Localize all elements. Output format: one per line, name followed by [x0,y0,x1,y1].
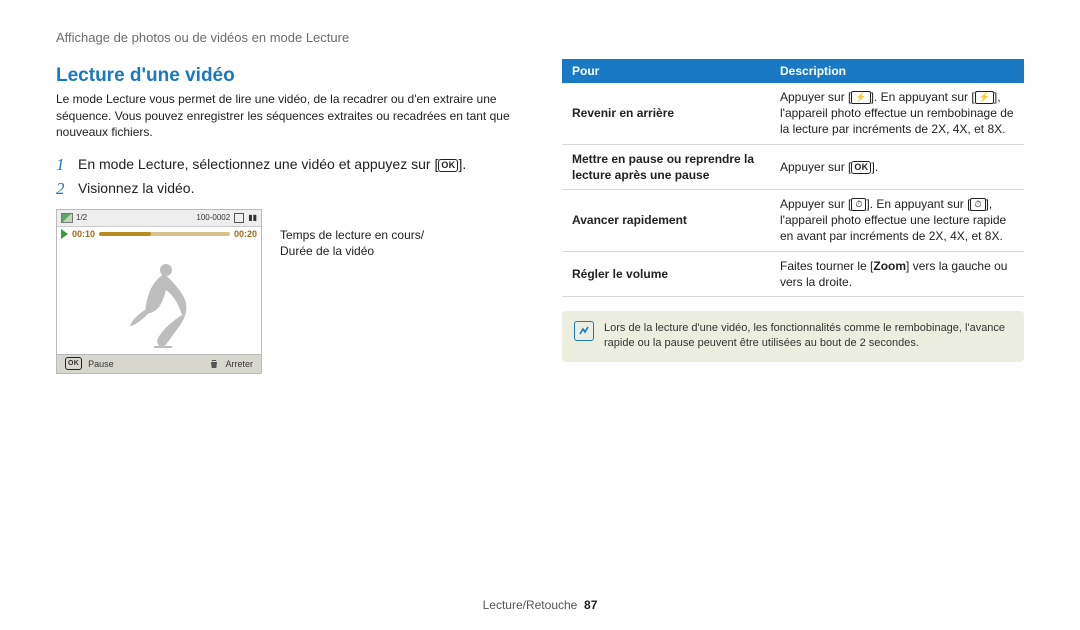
table-head-right: Description [770,59,1024,83]
left-column: Lecture d'une vidéo Le mode Lecture vous… [56,59,526,374]
table-row: Mettre en pause ou reprendre la lecture … [562,144,1024,189]
info-icon [574,321,594,341]
page-footer: Lecture/Retouche 87 [0,598,1080,612]
flash-icon: ⚡ [851,91,870,104]
op-desc: Appuyer sur [⏱]. En appuyant sur [⏱], l'… [770,189,1024,251]
timer-icon: ⏱ [851,198,866,211]
op-desc: Appuyer sur [⚡]. En appuyant sur [⚡], l'… [770,83,1024,144]
breadcrumb: Affichage de photos ou de vidéos en mode… [56,30,1024,45]
op-name: Régler le volume [562,251,770,296]
footer-section: Lecture/Retouche [483,598,578,612]
table-row: Revenir en arrière Appuyer sur [⚡]. En a… [562,83,1024,144]
op-name: Mettre en pause ou reprendre la lecture … [562,144,770,189]
caption-line: Temps de lecture en cours/ [280,227,424,244]
op-name: Avancer rapidement [562,189,770,251]
op-desc: Appuyer sur [OK]. [770,144,1024,189]
step-2: 2 Visionnez la vidéo. [56,179,526,199]
info-note: Lors de la lecture d'une vidéo, les fonc… [562,311,1024,362]
stop-label: Arreter [225,359,253,369]
step-text-pre: En mode Lecture, sélectionnez une vidéo … [78,156,438,172]
ok-icon: OK [438,159,458,172]
table-row: Régler le volume Faites tourner le [Zoom… [562,251,1024,296]
image-counter: 1/2 [76,213,87,222]
zoom-keyword: Zoom [873,259,906,273]
step-1: 1 En mode Lecture, sélectionnez une vidé… [56,155,526,175]
ok-icon: OK [851,161,871,174]
step-text: En mode Lecture, sélectionnez une vidéo … [78,155,466,175]
skater-silhouette-icon [124,260,194,350]
intro-text: Le mode Lecture vous permet de lire une … [56,91,526,141]
section-title: Lecture d'une vidéo [56,65,526,87]
step-number: 2 [56,179,78,199]
timer-icon: ⏱ [970,198,985,211]
right-column: Pour Description Revenir en arrière Appu… [562,59,1024,374]
file-id: 100-0002 [196,213,230,222]
playback-icon [61,213,73,223]
play-icon [61,229,68,239]
step-text: Visionnez la vidéo. [78,179,194,199]
flash-icon: ⚡ [975,91,994,104]
video-caption: Temps de lecture en cours/ Durée de la v… [280,227,424,374]
camera-screenshot: 1/2 100-0002 ▮▮ 00:10 [56,209,262,374]
operations-table: Pour Description Revenir en arrière Appu… [562,59,1024,297]
battery-icon: ▮▮ [248,213,257,222]
time-current: 00:10 [72,229,95,239]
op-desc: Faites tourner le [Zoom] vers la gauche … [770,251,1024,296]
note-text: Lors de la lecture d'une vidéo, les fonc… [604,321,1012,352]
caption-line: Durée de la vidéo [280,243,424,260]
step-text-post: ]. [458,156,466,172]
ok-icon: OK [65,357,82,370]
card-icon [234,213,244,223]
table-row: Avancer rapidement Appuyer sur [⏱]. En a… [562,189,1024,251]
time-total: 00:20 [234,229,257,239]
footer-page-number: 87 [584,598,597,612]
trash-icon [209,358,219,369]
table-head-left: Pour [562,59,770,83]
op-name: Revenir en arrière [562,83,770,144]
step-number: 1 [56,155,78,175]
pause-label: Pause [88,359,114,369]
